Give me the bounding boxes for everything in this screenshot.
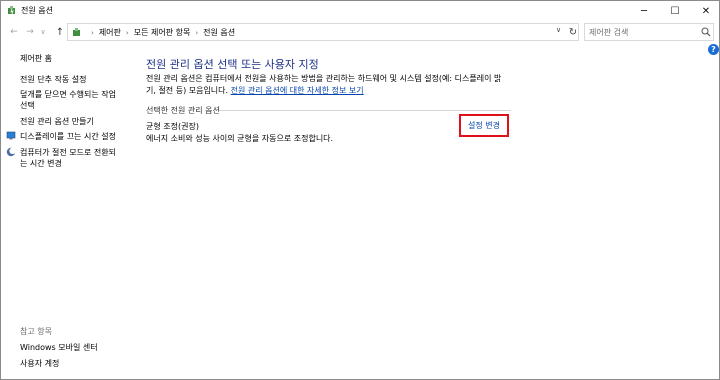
sidebar-item-lid-close-action-cont[interactable]: 선택 — [20, 100, 35, 111]
search-icon[interactable] — [701, 27, 711, 37]
search-input[interactable] — [589, 26, 697, 38]
power-options-app-icon — [8, 6, 15, 15]
description-line-1: 전원 관리 옵션은 컴퓨터에서 전원을 사용하는 방법을 관리하는 하드웨어 및… — [146, 74, 502, 83]
refresh-icon[interactable]: ↻ — [568, 25, 578, 39]
address-bar[interactable]: › 제어판 › 모든 제어판 항목 › 전원 옵션 ∨ ↻ — [67, 23, 579, 41]
page-description: 전원 관리 옵션은 컴퓨터에서 전원을 사용하는 방법을 관리하는 하드웨어 및… — [146, 73, 516, 97]
sidebar-item-user-accounts[interactable]: 사용자 계정 — [20, 358, 59, 369]
address-dropdown-chevron-icon[interactable]: ∨ — [556, 26, 561, 34]
power-options-info-link[interactable]: 전원 관리 옵션에 대한 자세한 정보 보기 — [231, 86, 364, 95]
power-options-location-icon — [73, 28, 80, 36]
power-options-window: 전원 옵션 ─ ☐ ✕ ← → ∨ ↑ › 제어판 › 모든 제어판 항목 › … — [0, 0, 720, 380]
close-button[interactable]: ✕ — [691, 1, 720, 21]
display-icon — [6, 131, 16, 140]
breadcrumb: › 제어판 › 모든 제어판 항목 › 전원 옵션 — [86, 27, 235, 38]
sleep-moon-icon — [6, 147, 16, 157]
breadcrumb-all-items[interactable]: 모든 제어판 항목 — [134, 27, 191, 38]
breadcrumb-power-options[interactable]: 전원 옵션 — [203, 27, 235, 38]
address-row: ← → ∨ ↑ › 제어판 › 모든 제어판 항목 › 전원 옵션 ∨ ↻ — [1, 21, 719, 43]
window-title: 전원 옵션 — [21, 6, 53, 15]
back-arrow-icon[interactable]: ← — [7, 25, 21, 39]
sidebar-item-sleep-time-cont[interactable]: 는 시간 변경 — [20, 158, 62, 169]
sidebar-item-power-button-settings[interactable]: 전원 단추 작동 설정 — [20, 74, 87, 85]
section-divider — [219, 110, 511, 111]
plan-description: 에너지 소비와 성능 사이의 균형을 자동으로 조정합니다. — [146, 134, 334, 143]
title-bar: 전원 옵션 ─ ☐ ✕ — [1, 1, 719, 21]
help-icon[interactable]: ? — [708, 44, 719, 55]
breadcrumb-separator-icon[interactable]: › — [195, 29, 198, 37]
see-also-heading: 참고 항목 — [20, 327, 52, 336]
breadcrumb-separator-icon: › — [91, 28, 94, 37]
page-title: 전원 관리 옵션 선택 또는 사용자 지정 — [146, 58, 319, 71]
change-plan-settings-link[interactable]: 설정 변경 — [459, 114, 509, 137]
sidebar-item-sleep-time[interactable]: 컴퓨터가 절전 모드로 전환되 — [20, 147, 116, 158]
maximize-button[interactable]: ☐ — [660, 1, 690, 21]
sidebar-item-lid-close-action[interactable]: 덮개를 닫으면 수행되는 작업 — [20, 89, 116, 100]
breadcrumb-separator-icon[interactable]: › — [126, 29, 129, 37]
search-box[interactable] — [584, 23, 714, 41]
recent-locations-chevron-icon[interactable]: ∨ — [38, 25, 48, 39]
minimize-button[interactable]: ─ — [629, 1, 659, 21]
breadcrumb-control-panel[interactable]: 제어판 — [99, 27, 121, 38]
sidebar-item-display-off-time[interactable]: 디스플레이를 끄는 시간 설정 — [20, 131, 116, 142]
forward-arrow-icon[interactable]: → — [23, 25, 37, 39]
description-line-2: 기, 절전 등) 모음입니다. — [146, 86, 231, 95]
sidebar: 제어판 홈 전원 단추 작동 설정 덮개를 닫으면 수행되는 작업 선택 전원 … — [1, 45, 131, 379]
sidebar-item-create-power-plan[interactable]: 전원 관리 옵션 만들기 — [20, 116, 94, 127]
plan-name: 균형 조정(권장) — [146, 122, 199, 131]
selected-plan-section-label: 선택한 전원 관리 옵션 — [146, 106, 220, 115]
up-arrow-icon[interactable]: ↑ — [53, 25, 67, 39]
sidebar-item-mobility-center[interactable]: Windows 모바일 센터 — [20, 342, 98, 353]
sidebar-item-control-panel-home[interactable]: 제어판 홈 — [20, 53, 52, 64]
